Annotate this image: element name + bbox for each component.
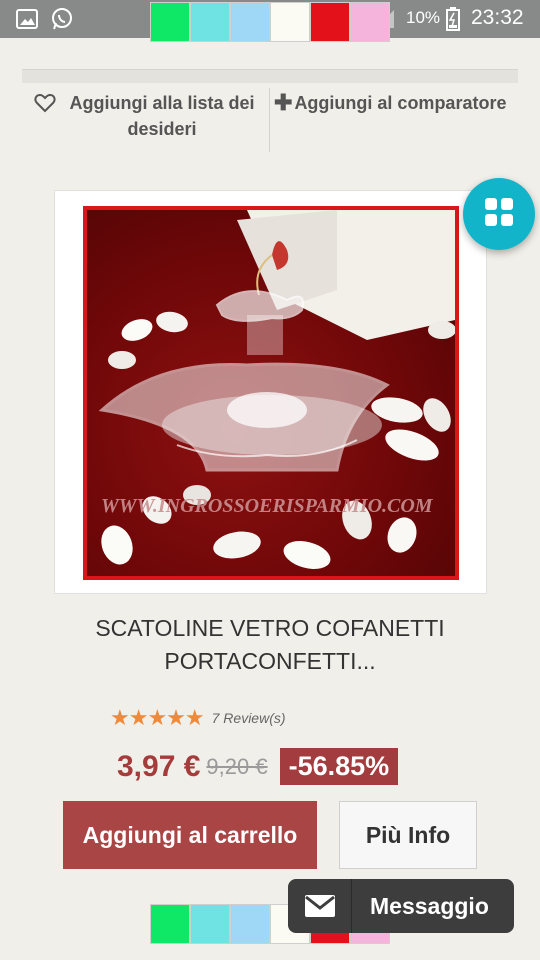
price-row: 3,97 € 9,20 € -56.85% [117, 748, 399, 785]
product-image[interactable]: WWW.INGROSSOERISPARMIO.COM [83, 206, 459, 580]
product-title-line1: SCATOLINE VETRO COFANETTI [95, 615, 445, 641]
message-chat-widget[interactable]: Messaggio [288, 879, 514, 933]
swatch-green[interactable] [150, 904, 190, 944]
color-swatches-top [150, 2, 390, 42]
battery-icon [446, 7, 460, 36]
discount-badge: -56.85% [279, 748, 399, 785]
product-photo: WWW.INGROSSOERISPARMIO.COM [98, 210, 455, 570]
more-info-button[interactable]: Più Info [339, 801, 477, 869]
wishlist-label: Aggiungi alla lista dei desideri [69, 93, 255, 139]
review-count[interactable]: 7 Review(s) [212, 710, 286, 726]
compare-label: Aggiungi al comparatore [294, 93, 507, 113]
swatch-aqua[interactable] [190, 904, 230, 944]
product-card[interactable]: WWW.INGROSSOERISPARMIO.COM [54, 190, 487, 594]
grid-view-button[interactable] [463, 178, 535, 250]
product-title-line2: PORTACONFETTI... [164, 648, 376, 674]
actions-divider [269, 88, 270, 152]
product-title[interactable]: SCATOLINE VETRO COFANETTI PORTACONFETTI.… [40, 612, 500, 678]
add-to-cart-button[interactable]: Aggiungi al carrello [63, 801, 317, 869]
swatch-white[interactable] [270, 2, 310, 42]
section-divider [22, 69, 518, 83]
whatsapp-icon [50, 7, 74, 36]
rating-stars: ★★★★★ [110, 705, 205, 730]
envelope-icon [288, 879, 352, 933]
swatch-green[interactable] [150, 2, 190, 42]
old-price: 9,20 € [206, 753, 268, 779]
clock: 23:32 [471, 6, 524, 29]
plus-icon: ✚ [274, 90, 293, 115]
swatch-lightblue[interactable] [230, 2, 270, 42]
current-price: 3,97 € [117, 749, 201, 783]
image-watermark: WWW.INGROSSOERISPARMIO.COM [101, 495, 434, 517]
battery-percent: 10% [406, 8, 441, 27]
grid-icon [483, 196, 515, 233]
gallery-icon [16, 9, 38, 34]
add-to-compare-link[interactable]: ✚ Aggiungi al comparatore [274, 90, 506, 116]
add-to-wishlist-link[interactable]: Aggiungi alla lista dei desideri [34, 90, 266, 142]
swatch-lightblue[interactable] [230, 904, 270, 944]
swatch-aqua[interactable] [190, 2, 230, 42]
message-label: Messaggio [370, 892, 489, 919]
swatch-pink[interactable] [350, 2, 390, 42]
swatch-red[interactable] [310, 2, 350, 42]
heart-icon [34, 93, 56, 120]
product-rating: ★★★★★ 7 Review(s) [110, 705, 286, 731]
